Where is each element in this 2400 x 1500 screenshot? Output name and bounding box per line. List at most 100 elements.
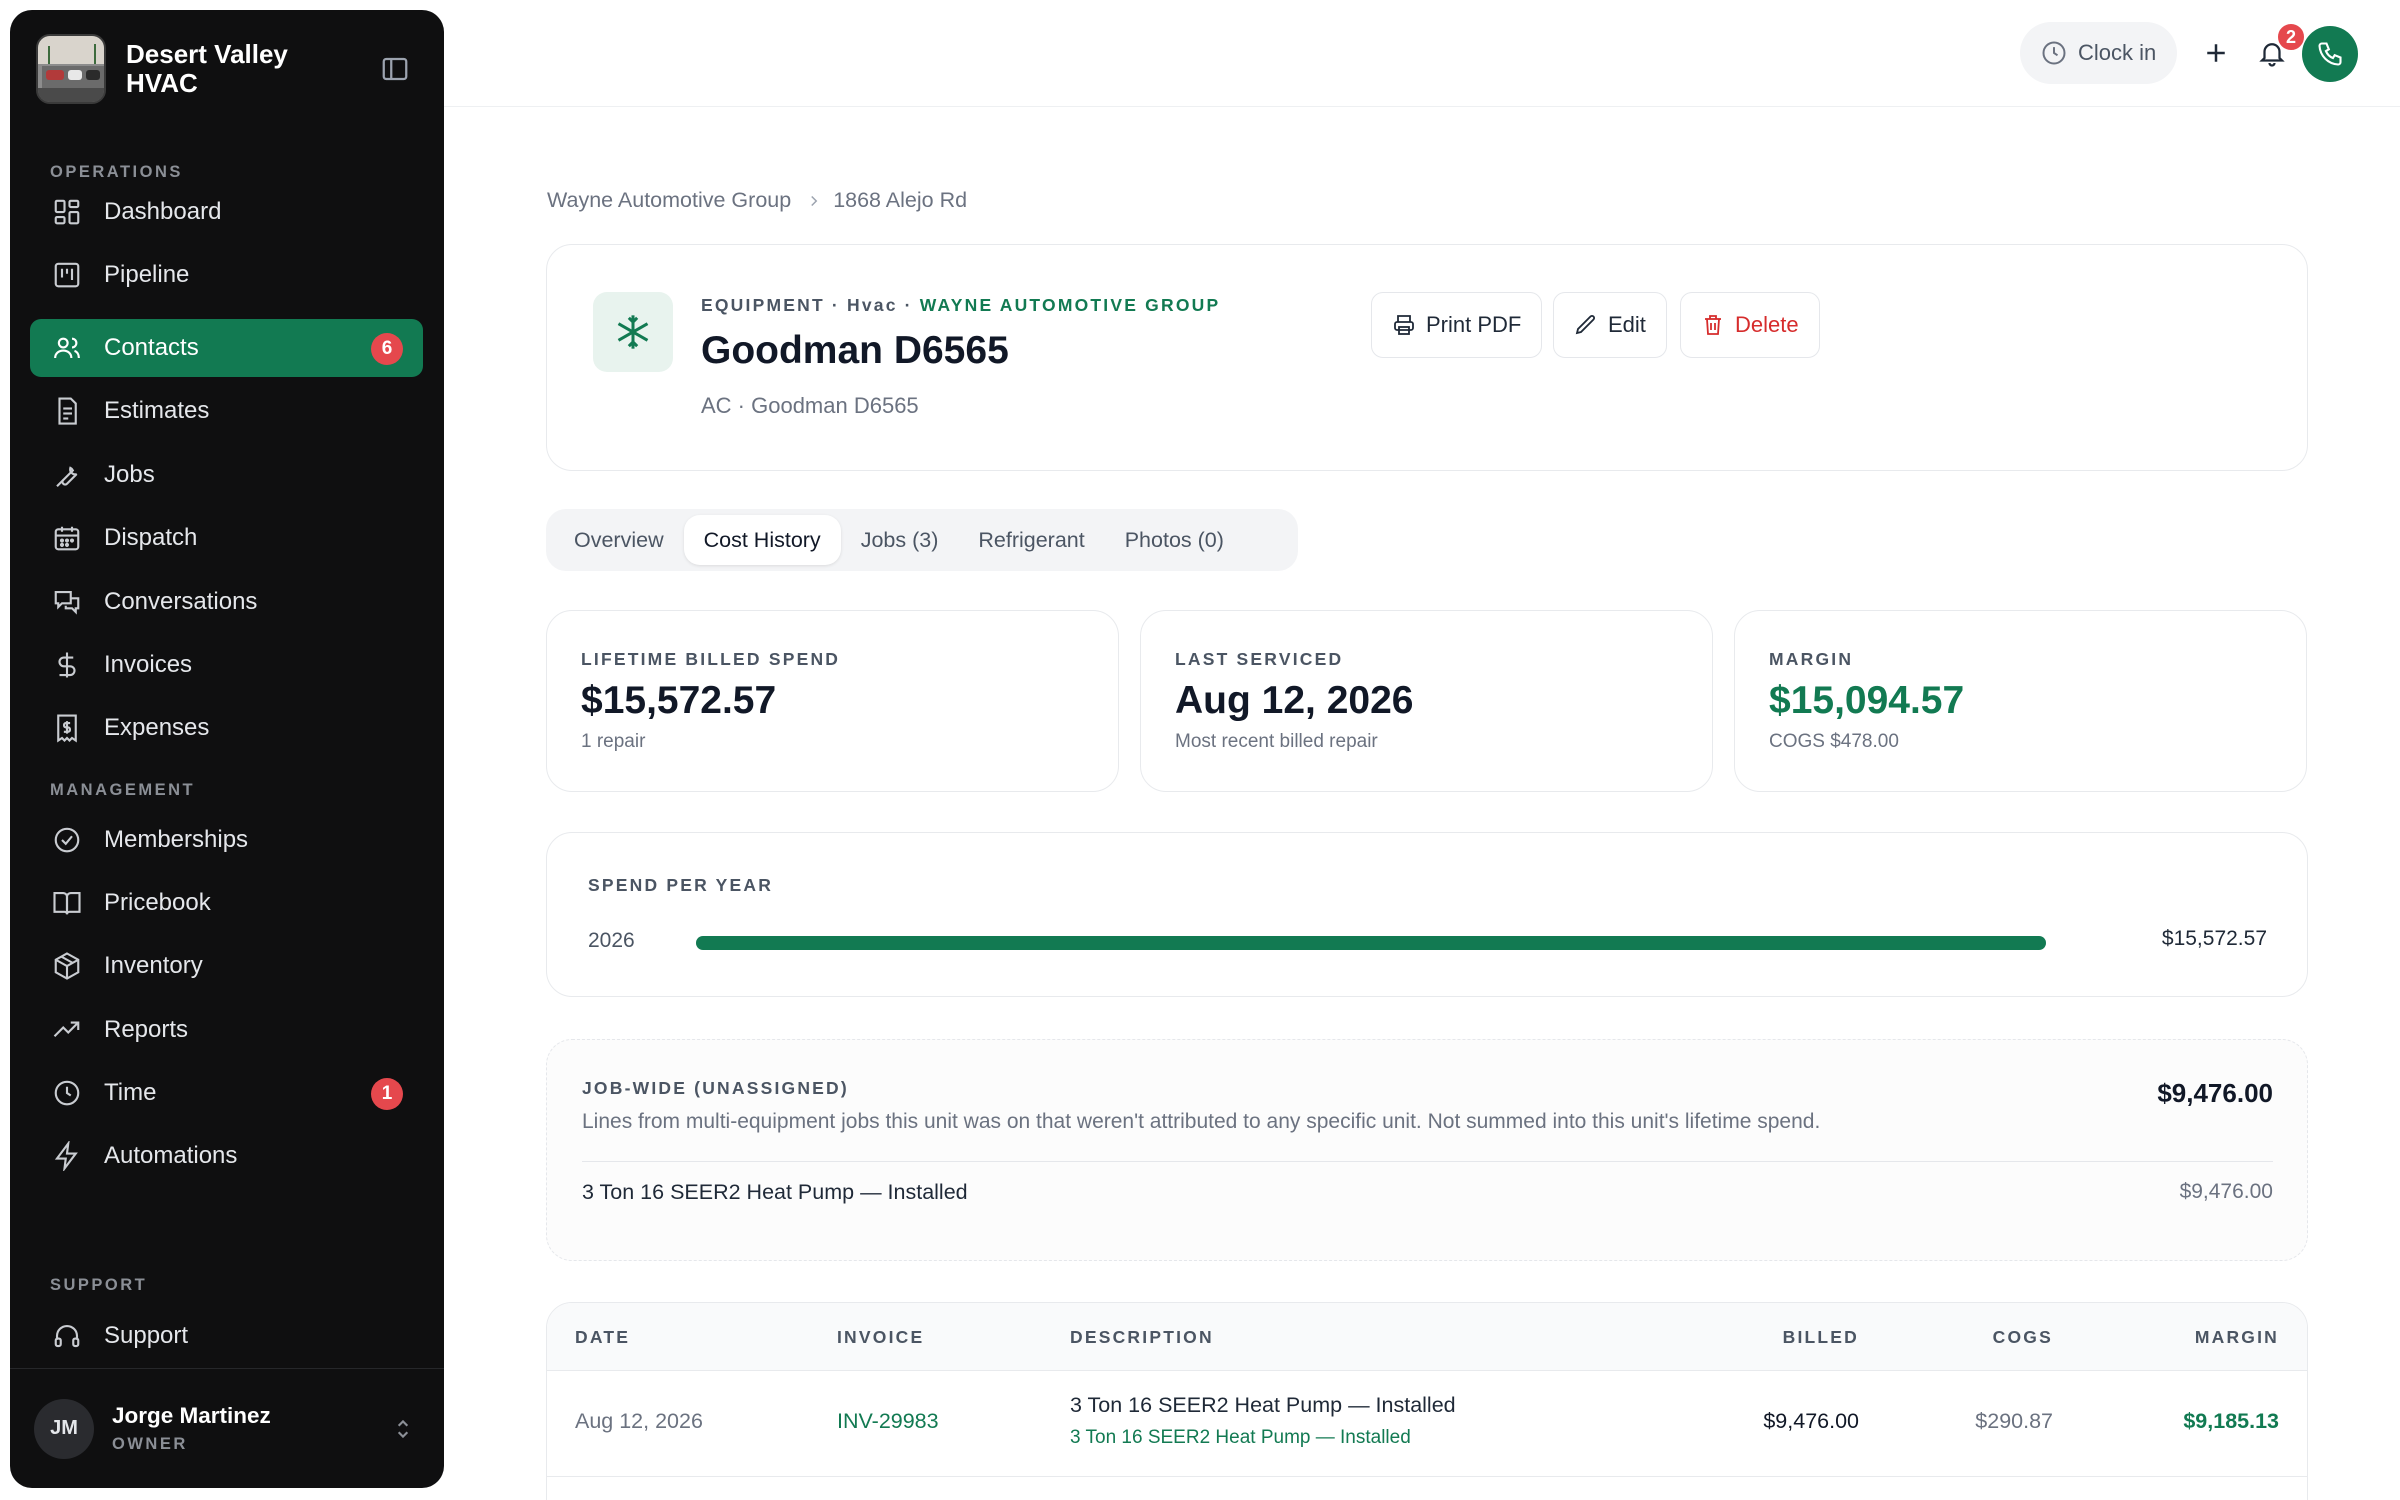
contacts-icon bbox=[52, 333, 82, 363]
sidebar-item-label: Memberships bbox=[104, 826, 249, 853]
phone-button[interactable] bbox=[2302, 26, 2358, 82]
sidebar-item-automations[interactable]: Automations bbox=[30, 1127, 423, 1185]
sidebar-item-label: Expenses bbox=[104, 714, 210, 741]
sidebar-item-time[interactable]: Time 1 bbox=[30, 1064, 423, 1122]
stat-subtext: 1 repair bbox=[581, 731, 646, 752]
trash-icon bbox=[1701, 313, 1725, 337]
invoice-link[interactable]: INV-29983 bbox=[837, 1409, 939, 1434]
column-header-invoice: INVOICE bbox=[837, 1327, 925, 1347]
tab-jobs[interactable]: Jobs (3) bbox=[841, 515, 959, 565]
chat-icon bbox=[52, 587, 82, 617]
breadcrumb-current: 1868 Alejo Rd bbox=[833, 188, 968, 212]
sidebar-item-label: Dispatch bbox=[104, 524, 198, 551]
clock-in-button[interactable]: Clock in bbox=[2020, 22, 2177, 84]
sidebar-item-invoices[interactable]: Invoices bbox=[30, 636, 423, 694]
column-header-cogs: COGS bbox=[1992, 1327, 2053, 1347]
user-name: Jorge Martinez bbox=[112, 1403, 271, 1428]
sidebar-item-dispatch[interactable]: Dispatch bbox=[30, 509, 423, 567]
sidebar-item-conversations[interactable]: Conversations bbox=[30, 573, 423, 631]
tab-photos[interactable]: Photos (0) bbox=[1105, 515, 1244, 565]
equipment-header-card: EQUIPMENT · Hvac · WAYNE AUTOMOTIVE GROU… bbox=[546, 244, 2308, 471]
table-header: DATE INVOICE DESCRIPTION BILLED COGS MAR… bbox=[547, 1303, 2307, 1371]
wrench-icon bbox=[52, 460, 82, 490]
edit-label: Edit bbox=[1608, 312, 1646, 337]
sidebar-item-expenses[interactable]: Expenses bbox=[30, 699, 423, 757]
chevron-up-down-icon bbox=[390, 1414, 416, 1444]
clock-in-label: Clock in bbox=[2078, 40, 2157, 65]
sidebar-item-label: Reports bbox=[104, 1016, 189, 1043]
pipeline-icon bbox=[52, 260, 82, 290]
sidebar-item-estimates[interactable]: Estimates bbox=[30, 382, 423, 440]
section-label-management: MANAGEMENT bbox=[50, 781, 196, 799]
column-header-billed: BILLED bbox=[1782, 1327, 1859, 1347]
sidebar-item-memberships[interactable]: Memberships bbox=[30, 811, 423, 869]
equipment-subtitle: AC · Goodman D6565 bbox=[701, 393, 919, 418]
clock-icon bbox=[2040, 39, 2068, 67]
column-header-date: DATE bbox=[575, 1327, 631, 1347]
cell-margin: $9,185.13 bbox=[2183, 1409, 2279, 1433]
print-pdf-label: Print PDF bbox=[1426, 312, 1522, 337]
book-icon bbox=[52, 888, 82, 918]
stat-subtext: COGS $478.00 bbox=[1769, 731, 1899, 752]
calendar-icon bbox=[52, 523, 82, 553]
stat-card-last-serviced: LAST SERVICED Aug 12, 2026 Most recent b… bbox=[1140, 610, 1713, 792]
stat-label: LAST SERVICED bbox=[1175, 649, 1344, 669]
printer-icon bbox=[1392, 313, 1416, 337]
receipt-icon bbox=[52, 713, 82, 743]
sidebar-item-label: Contacts bbox=[104, 334, 199, 361]
cost-history-table: DATE INVOICE DESCRIPTION BILLED COGS MAR… bbox=[546, 1302, 2308, 1500]
sidebar-item-contacts[interactable]: Contacts 6 bbox=[30, 319, 423, 377]
tab-overview[interactable]: Overview bbox=[554, 515, 684, 565]
stat-value: Aug 12, 2026 bbox=[1175, 679, 1414, 722]
stat-label: LIFETIME BILLED SPEND bbox=[581, 649, 841, 669]
stat-card-margin: MARGIN $15,094.57 COGS $478.00 bbox=[1734, 610, 2307, 792]
table-row[interactable]: Aug 12, 2026 INV-29983 3 Ton 16 SEER2 He… bbox=[547, 1371, 2307, 1477]
sidebar-item-label: Jobs bbox=[104, 461, 155, 488]
tab-refrigerant[interactable]: Refrigerant bbox=[958, 515, 1104, 565]
tab-cost-history[interactable]: Cost History bbox=[683, 515, 841, 565]
plus-icon bbox=[2201, 38, 2231, 68]
breadcrumb: Wayne Automotive Group 1868 Alejo Rd bbox=[547, 188, 967, 213]
sidebar-item-pricebook[interactable]: Pricebook bbox=[30, 874, 423, 932]
sidebar-toggle-icon[interactable] bbox=[380, 54, 410, 84]
edit-button[interactable]: Edit bbox=[1553, 292, 1667, 358]
equipment-type-badge bbox=[593, 292, 673, 372]
sidebar: Desert Valley HVAC OPERATIONS Dashboard … bbox=[10, 10, 444, 1488]
contacts-count-badge: 6 bbox=[371, 333, 403, 365]
sidebar-item-label: Support bbox=[104, 1322, 189, 1349]
user-role: OWNER bbox=[112, 1435, 188, 1453]
sidebar-item-jobs[interactable]: Jobs bbox=[30, 446, 423, 504]
stat-subtext: Most recent billed repair bbox=[1175, 731, 1378, 752]
equipment-eyebrow: EQUIPMENT · Hvac · WAYNE AUTOMOTIVE GROU… bbox=[701, 295, 1220, 316]
user-menu[interactable]: JM Jorge Martinez OWNER bbox=[10, 1368, 444, 1488]
sidebar-item-label: Inventory bbox=[104, 952, 203, 979]
section-label-operations: OPERATIONS bbox=[50, 163, 183, 181]
sidebar-item-label: Conversations bbox=[104, 588, 258, 615]
sidebar-item-label: Estimates bbox=[104, 397, 210, 424]
sidebar-item-support[interactable]: Support bbox=[30, 1307, 423, 1365]
equipment-owner-link[interactable]: WAYNE AUTOMOTIVE GROUP bbox=[920, 295, 1221, 315]
headset-icon bbox=[52, 1321, 82, 1351]
sidebar-item-reports[interactable]: Reports bbox=[30, 1001, 423, 1059]
brand-logo bbox=[36, 34, 106, 104]
snowflake-icon bbox=[613, 312, 653, 352]
pricebook-item-link[interactable]: 3 Ton 16 SEER2 Heat Pump — Installed bbox=[1070, 1427, 1411, 1449]
job-wide-description: Lines from multi-equipment jobs this uni… bbox=[582, 1110, 1821, 1133]
breadcrumb-parent[interactable]: Wayne Automotive Group bbox=[547, 188, 791, 213]
sidebar-item-dashboard[interactable]: Dashboard bbox=[30, 183, 423, 241]
tab-bar: Overview Cost History Jobs (3) Refrigera… bbox=[546, 509, 1298, 571]
brand: Desert Valley HVAC bbox=[36, 34, 418, 104]
sidebar-item-label: Pricebook bbox=[104, 889, 211, 916]
avatar: JM bbox=[34, 1398, 94, 1459]
delete-button[interactable]: Delete bbox=[1680, 292, 1820, 358]
column-header-margin: MARGIN bbox=[2194, 1327, 2279, 1347]
sidebar-item-pipeline[interactable]: Pipeline bbox=[30, 246, 423, 304]
sidebar-item-inventory[interactable]: Inventory bbox=[30, 937, 423, 995]
cell-billed: $9,476.00 bbox=[1763, 1409, 1859, 1433]
sidebar-item-label: Time bbox=[104, 1079, 157, 1106]
add-button[interactable] bbox=[2186, 22, 2246, 84]
cell-description: 3 Ton 16 SEER2 Heat Pump — Installed bbox=[1070, 1393, 1456, 1417]
section-label-support: SUPPORT bbox=[50, 1276, 148, 1294]
spend-year-amount: $15,572.57 bbox=[2161, 927, 2267, 950]
print-pdf-button[interactable]: Print PDF bbox=[1371, 292, 1543, 358]
